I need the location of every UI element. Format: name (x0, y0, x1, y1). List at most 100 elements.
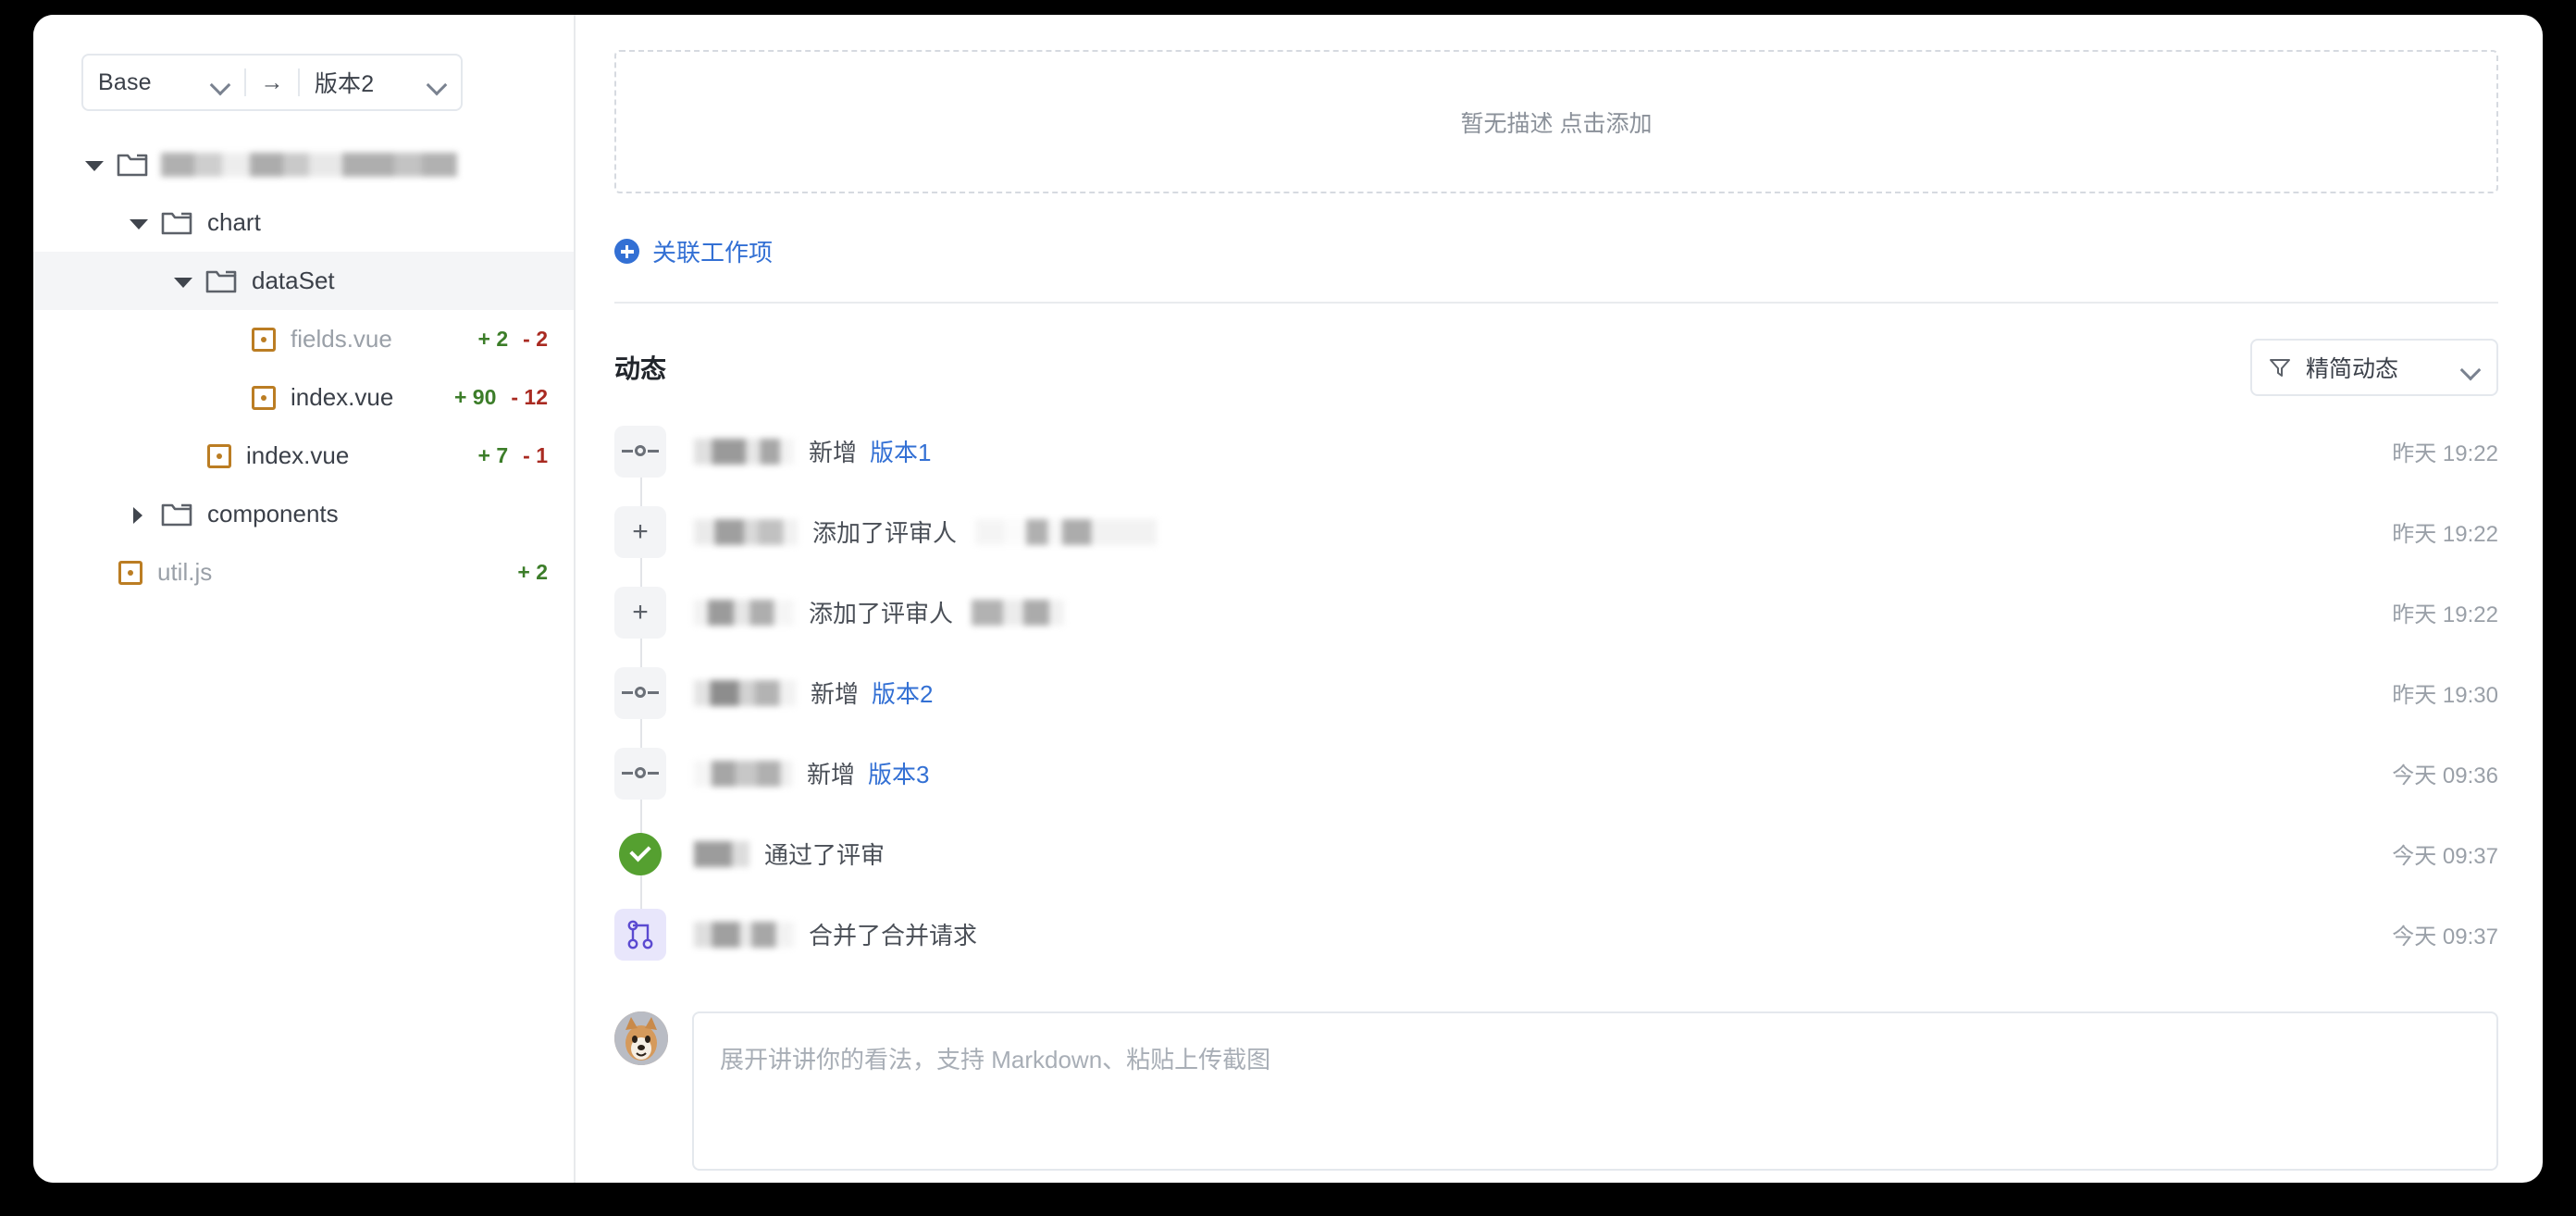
tree-item-label: index.vue (291, 383, 394, 411)
activity-version-link[interactable]: 版本3 (868, 756, 929, 790)
branch-compare-selector[interactable]: Base → 版本2 (81, 54, 463, 111)
file-icon (118, 560, 142, 585)
plus-circle-icon (614, 239, 639, 264)
folder-icon (161, 501, 192, 528)
tree-item-dataSet[interactable]: dataSet (33, 252, 574, 310)
redacted-user-name (694, 438, 794, 465)
activity-title: 动态 (614, 354, 667, 383)
tree-item-label: chart (207, 208, 261, 236)
tree-item-label: util.js (157, 558, 213, 586)
caret-right-icon[interactable] (126, 503, 150, 527)
tree-item-chart[interactable]: chart (33, 193, 574, 252)
base-branch-label: Base (98, 68, 152, 95)
activity-timestamp: 今天 09:37 (2392, 844, 2498, 869)
caret-spacer (215, 386, 239, 410)
activity-row: 合并了合并请求 今天 09:37 (614, 894, 2498, 974)
merge-request-detail: 暂无描述 点击添加 关联工作项 动态 精简动态 新增 版本1 昨天 19:22 + 添加… (576, 15, 2543, 1183)
file-icon (252, 327, 276, 352)
file-icon (207, 443, 231, 468)
tree-item-components[interactable]: components (33, 485, 574, 543)
tree-item-redacted-root[interactable] (33, 135, 574, 193)
activity-version-link[interactable]: 版本2 (872, 676, 933, 710)
diff-stat: + 7 - 1 (478, 443, 548, 468)
approve-icon (614, 828, 666, 880)
link-work-item-label: 关联工作项 (652, 239, 774, 267)
activity-row: 新增 版本2 昨天 19:30 (614, 652, 2498, 733)
activity-filter-label: 精简动态 (2306, 356, 2399, 382)
additions-count: + 2 (477, 327, 509, 351)
tree-item-label: components (207, 500, 339, 527)
caret-spacer (81, 561, 105, 585)
caret-down-icon[interactable] (170, 269, 194, 293)
redacted-user-name (694, 840, 749, 867)
activity-action-text: 新增 (807, 761, 856, 788)
caret-spacer (170, 444, 194, 468)
caret-down-icon[interactable] (81, 153, 105, 177)
caret-spacer (215, 328, 239, 352)
folder-icon (205, 267, 237, 295)
redacted-reviewer-name (975, 518, 1158, 545)
additions-count: + 7 (477, 443, 509, 467)
activity-body: 新增 版本2 昨天 19:30 (694, 676, 2498, 710)
activity-action-text: 添加了评审人 (809, 600, 954, 627)
deletions-count: - 2 (523, 327, 548, 351)
tree-item-label: dataSet (252, 267, 335, 294)
activity-row: 新增 版本1 昨天 19:22 (614, 411, 2498, 491)
comment-input[interactable]: 展开讲讲你的看法，支持 Markdown、粘贴上传截图 (692, 1011, 2498, 1171)
redacted-user-name (694, 679, 796, 706)
divider (614, 302, 2498, 304)
user-avatar[interactable] (614, 1011, 668, 1065)
filter-icon (2270, 359, 2290, 377)
activity-timestamp: 今天 09:37 (2392, 924, 2498, 949)
redacted-user-name (694, 760, 792, 787)
activity-body: 添加了评审人 昨天 19:22 (694, 515, 2498, 549)
tree-item-label: index.vue (246, 441, 350, 469)
caret-down-icon[interactable] (126, 211, 150, 235)
activity-action-text: 添加了评审人 (812, 519, 958, 547)
folder-icon (117, 151, 148, 179)
activity-timeline: 新增 版本1 昨天 19:22 + 添加了评审人 昨天 19:22 + 添加了评审人 昨天 19… (614, 411, 2498, 974)
link-work-item-button[interactable]: 关联工作项 (614, 234, 773, 268)
plus-icon: + (614, 505, 666, 558)
activity-timestamp: 昨天 19:22 (2392, 602, 2498, 627)
file-icon (252, 385, 276, 410)
base-branch-select[interactable]: Base (83, 56, 244, 109)
tree-item-index.vue[interactable]: index.vue + 7 - 1 (33, 427, 574, 485)
commit-icon (614, 747, 666, 800)
description-empty-text: 暂无描述 点击添加 (1460, 110, 1653, 137)
chevron-down-icon (2461, 363, 2480, 373)
description-placeholder-box[interactable]: 暂无描述 点击添加 (614, 50, 2498, 193)
activity-filter-dropdown[interactable]: 精简动态 (2250, 339, 2498, 396)
plus-icon: + (614, 586, 666, 639)
app-window: Base → 版本2 chart dataSet fields.vue + 2 - 2 i… (33, 15, 2543, 1183)
diff-stat: + 2 - 2 (478, 327, 548, 352)
additions-count: + 90 (453, 385, 497, 409)
chevron-down-icon (427, 78, 446, 88)
tree-item-fields.vue[interactable]: fields.vue + 2 - 2 (33, 310, 574, 368)
target-branch-select[interactable]: 版本2 (300, 56, 461, 109)
tree-item-index.vue[interactable]: index.vue + 90 - 12 (33, 368, 574, 427)
redacted-user-name (694, 518, 798, 545)
chevron-down-icon (211, 78, 229, 88)
deletions-count: - 1 (523, 443, 548, 467)
redacted-user-name (694, 599, 794, 626)
redacted-user-name (694, 921, 794, 948)
activity-timestamp: 昨天 19:30 (2392, 683, 2498, 708)
activity-version-link[interactable]: 版本1 (870, 434, 931, 468)
activity-body: 通过了评审 今天 09:37 (694, 837, 2498, 871)
redacted-project-name (161, 152, 457, 177)
activity-body: 添加了评审人 昨天 19:22 (694, 595, 2498, 629)
deletions-count: - 12 (511, 385, 548, 409)
folder-icon (161, 209, 192, 237)
diff-stat: + 2 (517, 560, 548, 585)
activity-body: 新增 版本1 昨天 19:22 (694, 434, 2498, 468)
activity-action-text: 新增 (809, 439, 858, 466)
activity-timestamp: 昨天 19:22 (2392, 441, 2498, 466)
activity-timestamp: 今天 09:36 (2392, 763, 2498, 788)
tree-item-util.js[interactable]: util.js + 2 (33, 543, 574, 602)
tree-item-label: fields.vue (291, 325, 392, 353)
commit-icon (614, 666, 666, 719)
activity-body: 合并了合并请求 今天 09:37 (694, 917, 2498, 951)
activity-body: 新增 版本3 今天 09:36 (694, 756, 2498, 790)
activity-action-text: 通过了评审 (764, 841, 886, 869)
